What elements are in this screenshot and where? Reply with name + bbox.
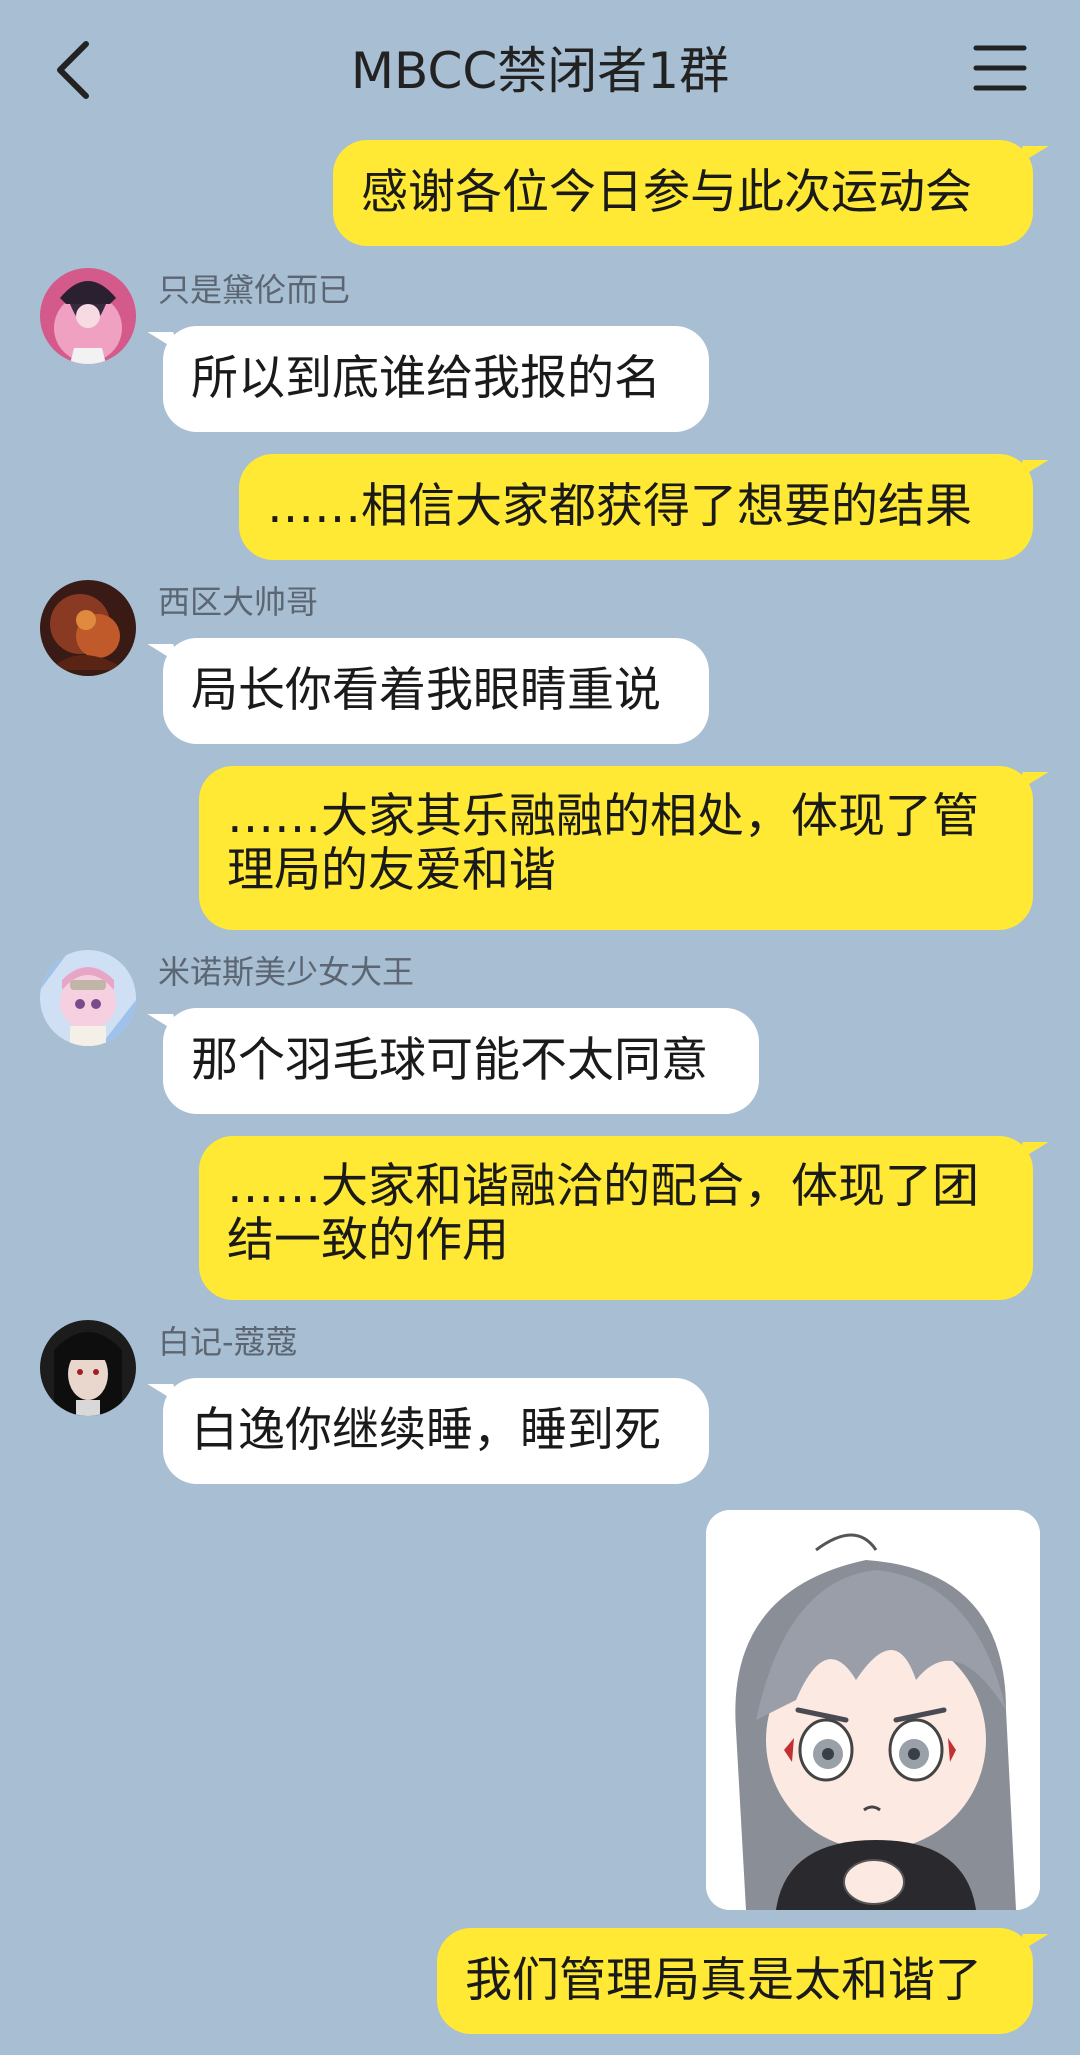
sender-name: 西区大帅哥 [158,583,319,621]
incoming-message-bubble[interactable]: 那个羽毛球可能不太同意 [163,1008,759,1114]
avatar[interactable] [40,950,136,1046]
outgoing-message-bubble[interactable]: ……相信大家都获得了想要的结果 [239,454,1033,560]
avatar[interactable] [40,580,136,676]
outgoing-message-bubble[interactable]: ……大家其乐融融的相处，体现了管理局的友爱和谐 [199,766,1033,930]
avatar-image [40,580,136,676]
avatar-image [40,950,136,1046]
avatar[interactable] [40,1320,136,1416]
outgoing-message-bubble[interactable]: 我们管理局真是太和谐了 [437,1928,1033,2034]
chibi-character-sticker [706,1510,1040,1910]
chat-header: MBCC禁闭者1群 [0,0,1080,140]
chat-title: MBCC禁闭者1群 [350,42,730,100]
avatar-image [40,268,136,364]
sender-name: 米诺斯美少女大王 [158,953,415,991]
sender-name: 只是黛伦而已 [158,271,351,309]
avatar-image [40,1320,136,1416]
incoming-message-bubble[interactable]: 所以到底谁给我报的名 [163,326,709,432]
sticker-image[interactable] [706,1510,1040,1910]
hamburger-menu-icon [973,45,1027,91]
chevron-left-icon [57,41,89,99]
menu-button[interactable] [970,38,1030,98]
incoming-message-bubble[interactable]: 局长你看着我眼睛重说 [163,638,709,744]
avatar[interactable] [40,268,136,364]
incoming-message-bubble[interactable]: 白逸你继续睡，睡到死 [163,1378,709,1484]
outgoing-message-bubble[interactable]: ……大家和谐融洽的配合，体现了团结一致的作用 [199,1136,1033,1300]
back-button[interactable] [48,30,108,110]
sender-name: 白记-蔻蔻 [158,1323,298,1361]
outgoing-message-bubble[interactable]: 感谢各位今日参与此次运动会 [333,140,1033,246]
